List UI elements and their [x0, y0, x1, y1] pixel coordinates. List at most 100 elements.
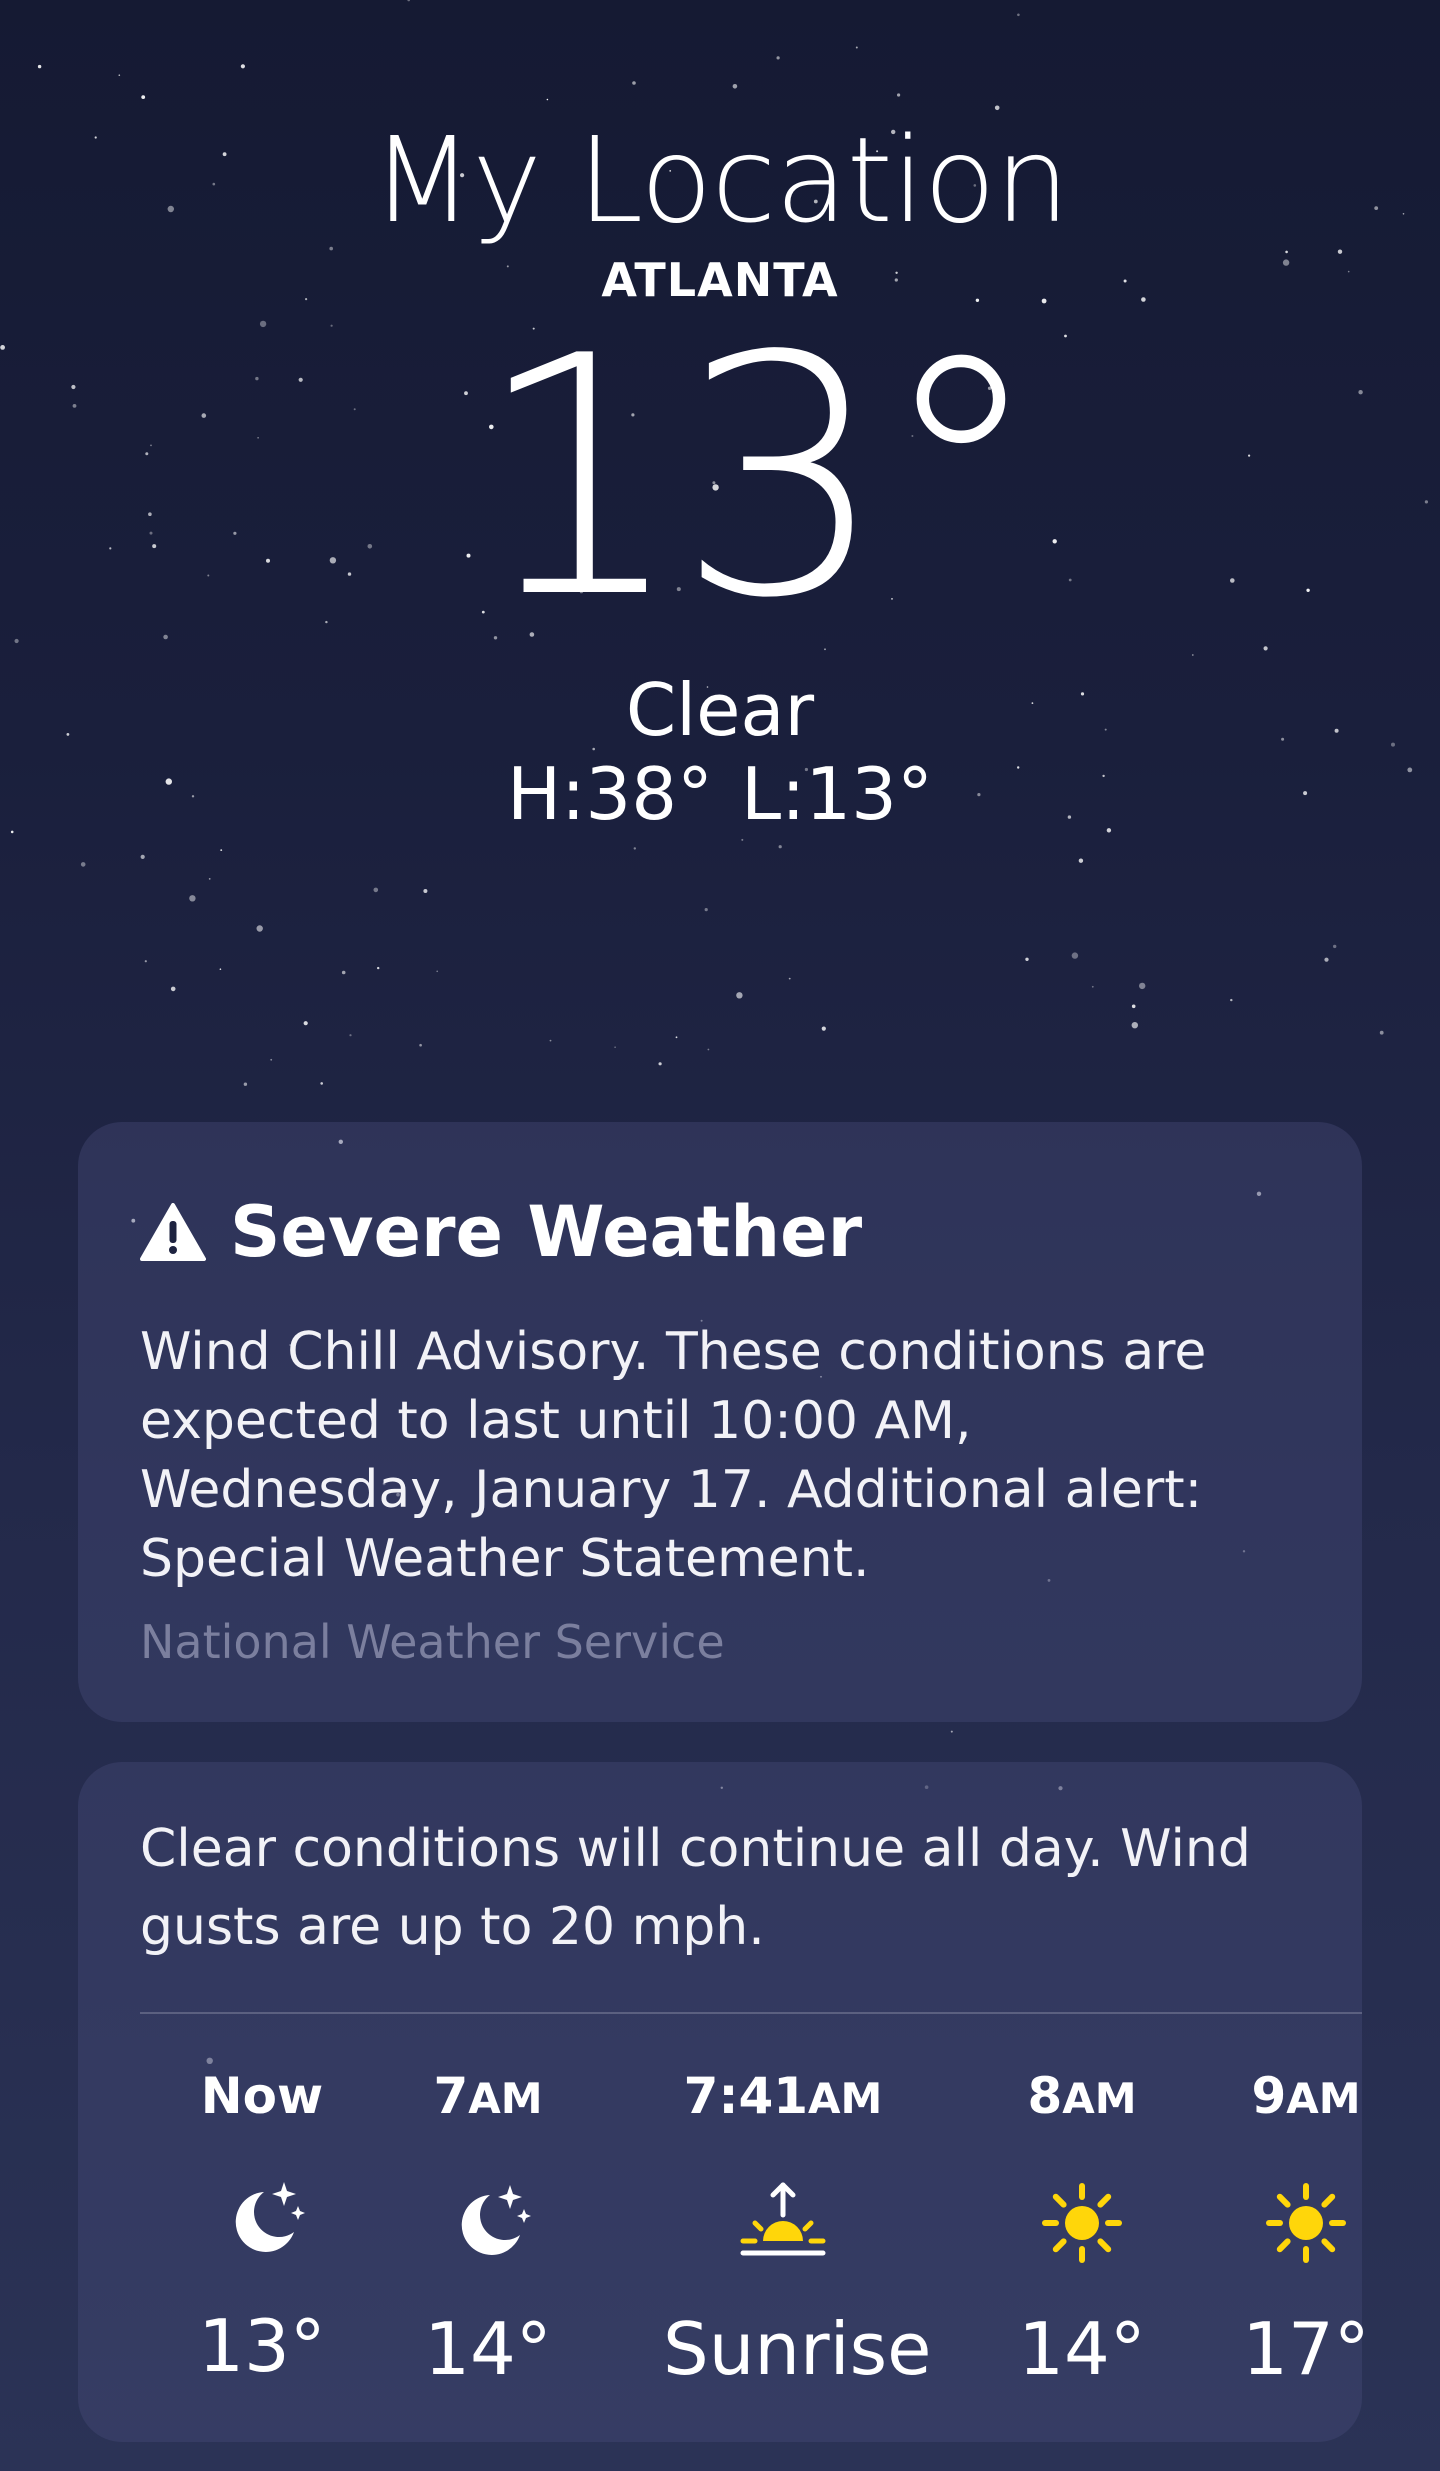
star — [776, 56, 780, 60]
star — [419, 1043, 422, 1047]
hour-column[interactable]: 8AM 14° — [962, 2014, 1202, 2391]
alert-title: Severe Weather — [230, 1191, 863, 1273]
star — [614, 1046, 616, 1048]
star — [341, 970, 346, 975]
hour-time: 7:41 — [683, 2067, 809, 2125]
hour-column[interactable]: 7:41AM Sunrise — [663, 2014, 932, 2391]
hour-column[interactable]: Now 13° — [142, 2014, 382, 2388]
severe-weather-card[interactable]: Severe Weather Wind Chill Advisory. Thes… — [78, 1122, 1362, 1722]
star — [788, 977, 791, 980]
hour-time: 7 — [433, 2067, 469, 2125]
star — [1131, 1004, 1136, 1009]
hour-label: 7:41AM — [663, 2066, 903, 2129]
hour-ampm: AM — [468, 2074, 543, 2123]
sun-icon — [1042, 2183, 1122, 2263]
forecast-summary: Clear conditions will continue all day. … — [140, 1819, 1251, 1957]
star — [897, 93, 901, 97]
hour-value: 13° — [198, 2304, 326, 2388]
star — [141, 95, 146, 99]
star — [240, 64, 245, 69]
star — [675, 1036, 678, 1039]
star — [144, 960, 147, 963]
star — [243, 1082, 248, 1086]
star — [1071, 952, 1079, 959]
low-temperature: L:13° — [741, 752, 933, 836]
hour-column[interactable]: 7AM 14° — [368, 2014, 608, 2391]
sun-icon — [1266, 2183, 1346, 2263]
star — [80, 862, 86, 867]
star — [1078, 858, 1084, 863]
star — [407, 0, 410, 2]
hour-time: Now — [200, 2067, 324, 2125]
moon-stars-icon — [235, 2182, 305, 2252]
hourly-forecast-list[interactable]: Now 13° 7AM 14° 7:41AM Sunrise 8AM 14° 9AM 17° — [140, 2014, 1370, 2394]
star — [707, 1048, 710, 1051]
star — [950, 1730, 953, 1733]
star — [1091, 985, 1094, 988]
star — [632, 81, 636, 85]
hour-value: Sunrise — [663, 2307, 932, 2391]
star — [349, 1034, 352, 1037]
high-low-temperatures: H:38° L:13° — [0, 752, 1440, 836]
location-title: My Location — [371, 111, 1069, 249]
star — [377, 966, 380, 970]
star — [140, 854, 145, 860]
star — [37, 64, 42, 69]
star — [436, 970, 439, 973]
star — [303, 1021, 308, 1026]
star — [1017, 13, 1020, 17]
high-temperature: H:38° — [506, 752, 713, 836]
star — [219, 968, 222, 970]
star — [320, 1082, 324, 1085]
hourly-forecast-card[interactable]: Clear conditions will continue all day. … — [78, 1762, 1370, 2442]
star — [1324, 957, 1329, 962]
star — [1379, 1030, 1384, 1035]
star — [423, 889, 428, 893]
sunrise-icon — [740, 2182, 826, 2256]
star — [220, 849, 223, 851]
hour-label: 7AM — [368, 2066, 608, 2129]
moon-stars-icon — [461, 2185, 531, 2255]
hour-value: 14° — [424, 2307, 552, 2391]
hour-value: 17° — [1242, 2307, 1370, 2391]
hour-label: 9AM — [1186, 2066, 1426, 2129]
star — [256, 925, 263, 932]
star — [546, 98, 549, 101]
hour-ampm: AM — [1286, 2074, 1361, 2123]
star — [189, 895, 196, 902]
hour-time: 8 — [1027, 2067, 1063, 2125]
star — [1139, 982, 1146, 990]
star — [270, 1058, 273, 1061]
star — [1230, 998, 1233, 1002]
hour-ampm: AM — [1062, 2074, 1137, 2123]
hour-value: 14° — [1018, 2307, 1146, 2391]
star — [549, 1039, 552, 1042]
star — [208, 878, 211, 880]
star — [855, 46, 858, 49]
alert-header: Severe Weather — [140, 1190, 1300, 1274]
hour-time: 9 — [1251, 2067, 1287, 2125]
hour-label: 8AM — [962, 2066, 1202, 2129]
star — [741, 838, 744, 841]
star — [736, 992, 743, 999]
star — [704, 908, 708, 912]
star — [1333, 944, 1337, 949]
alert-source[interactable]: National Weather Service — [140, 1614, 1300, 1670]
star — [821, 1026, 826, 1031]
alert-description: Wind Chill Advisory. These conditions ar… — [140, 1322, 1207, 1589]
current-temperature: 13° — [474, 286, 1044, 670]
star — [1025, 957, 1029, 961]
current-condition: Clear — [625, 668, 815, 752]
star — [118, 74, 121, 76]
star — [373, 887, 379, 893]
hour-column[interactable]: 9AM 17° — [1186, 2014, 1426, 2391]
star — [170, 986, 176, 992]
star — [658, 1062, 662, 1066]
warning-triangle-icon — [140, 1203, 206, 1261]
star — [778, 845, 782, 849]
hour-ampm: AM — [808, 2074, 883, 2123]
hour-label: Now — [142, 2066, 382, 2126]
current-weather-header: My Location ATLANTA 13° Clear H:38° L:13° — [0, 110, 1440, 836]
star — [732, 84, 738, 89]
star — [1131, 1021, 1139, 1029]
